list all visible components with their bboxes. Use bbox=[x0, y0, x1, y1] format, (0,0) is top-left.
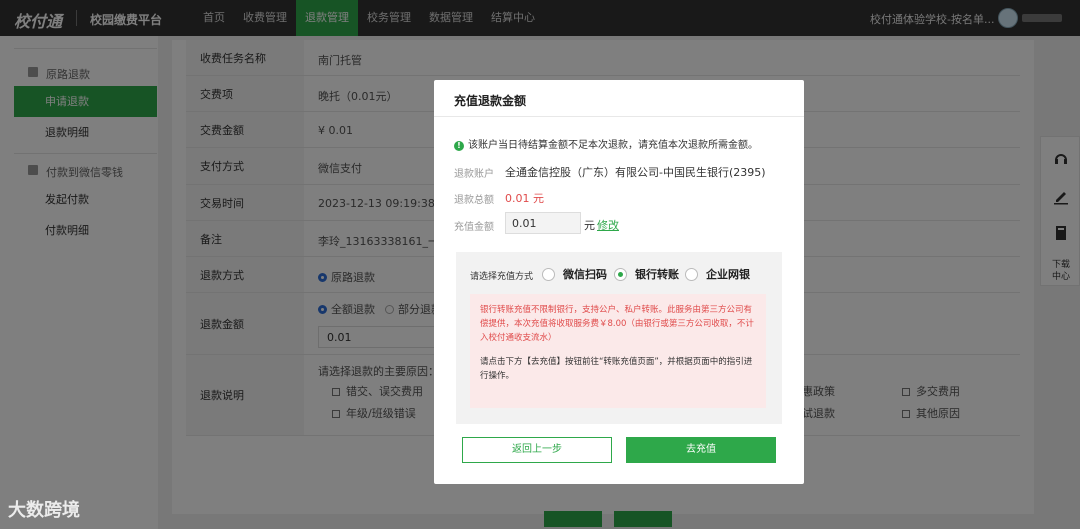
notice-text: ! 该账户当日待结算金额不足本次退款，请充值本次退款所需金额。 bbox=[454, 136, 758, 151]
modal-divider bbox=[434, 116, 804, 117]
tip-warning-text: 银行转账充值不限制银行，支持公户、私户转账。此服务由第三方公司有偿提供，本次充值… bbox=[480, 305, 754, 343]
recharge-method-box: 请选择充值方式 微信扫码 银行转账 企业网银 银行转账充值不限制银行，支持公户、… bbox=[456, 252, 782, 424]
method-bank-transfer[interactable]: 银行转账 bbox=[614, 266, 679, 282]
account-value: 全通金信控股（广东）有限公司-中国民生银行(2395) bbox=[505, 166, 766, 179]
modal-title: 充值退款金额 bbox=[454, 94, 527, 108]
method-enterprise-bank[interactable]: 企业网银 bbox=[685, 266, 750, 282]
radio-selected-icon bbox=[614, 268, 627, 281]
bank-transfer-tip: 银行转账充值不限制银行，支持公户、私户转账。此服务由第三方公司有偿提供，本次充值… bbox=[470, 294, 766, 408]
recharge-label: 充值金额 bbox=[454, 222, 494, 233]
method-label-text: 微信扫码 bbox=[563, 268, 607, 281]
notice-message: 该账户当日待结算金额不足本次退款，请充值本次退款所需金额。 bbox=[468, 140, 758, 151]
total-value: 0.01 元 bbox=[505, 192, 544, 205]
info-icon: ! bbox=[454, 141, 464, 151]
method-label: 请选择充值方式 bbox=[470, 272, 534, 282]
modify-link[interactable]: 修改 bbox=[597, 217, 619, 233]
radio-icon bbox=[542, 268, 555, 281]
unit-yuan: 元 bbox=[584, 219, 595, 232]
tip-instruction-text: 请点击下方【去充值】按钮前往“转账充值页面”，并根据页面中的指引进行操作。 bbox=[480, 357, 753, 381]
go-recharge-button[interactable]: 去充值 bbox=[626, 437, 776, 463]
watermark-logo: 大数跨境 bbox=[8, 500, 80, 521]
account-label: 退款账户 bbox=[454, 169, 494, 180]
back-button[interactable]: 返回上一步 bbox=[462, 437, 612, 463]
method-label-text: 银行转账 bbox=[635, 268, 679, 281]
total-label: 退款总额 bbox=[454, 195, 494, 206]
method-label-text: 企业网银 bbox=[706, 268, 750, 281]
method-wechat-scan[interactable]: 微信扫码 bbox=[542, 266, 607, 282]
recharge-refund-modal: 充值退款金额 ! 该账户当日待结算金额不足本次退款，请充值本次退款所需金额。 退款… bbox=[434, 80, 804, 484]
radio-icon bbox=[685, 268, 698, 281]
recharge-amount-input[interactable]: 0.01 bbox=[505, 212, 581, 234]
